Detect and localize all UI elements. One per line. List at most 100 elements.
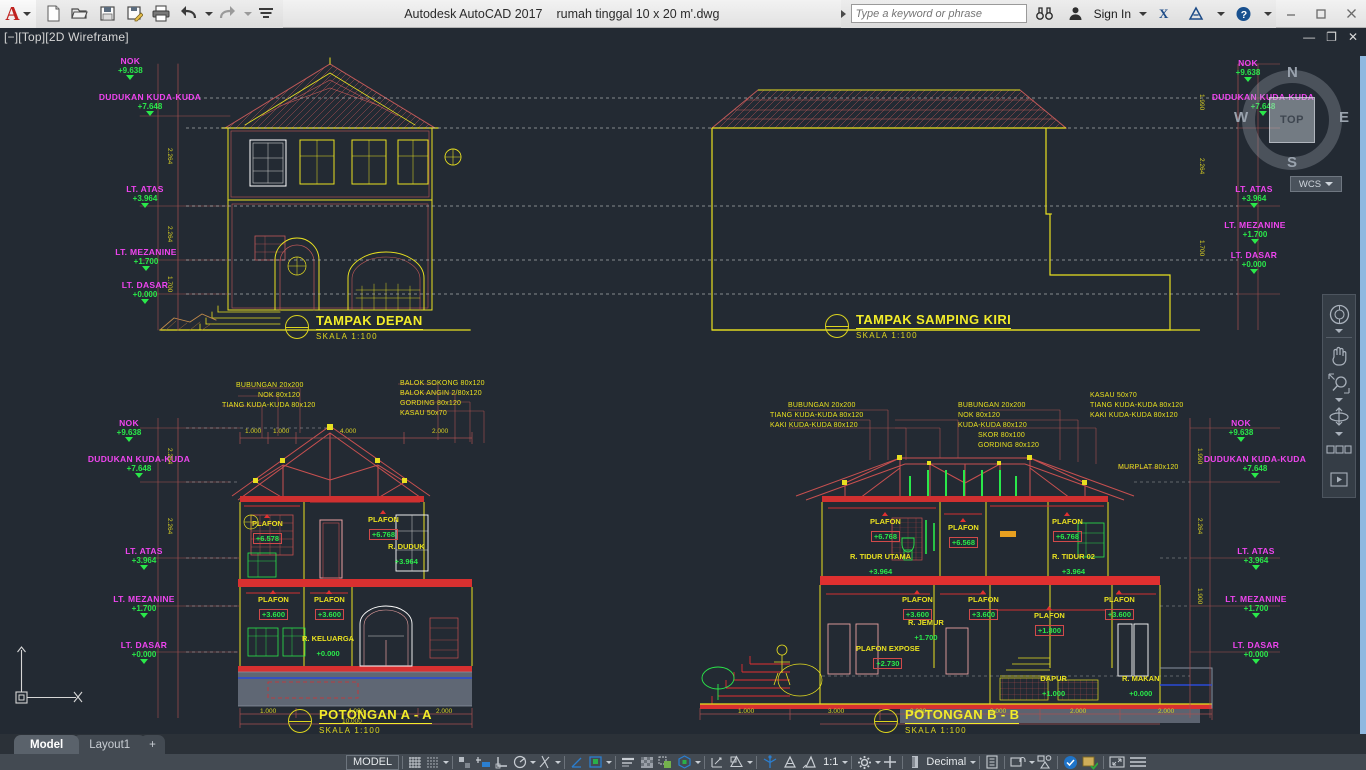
search-input[interactable] bbox=[855, 7, 1022, 20]
tab-layout1[interactable]: Layout1 bbox=[73, 735, 147, 754]
3d-osnap-icon[interactable] bbox=[675, 754, 694, 770]
help-chevron-icon[interactable] bbox=[1264, 11, 1272, 16]
sign-in-label[interactable]: Sign In bbox=[1094, 7, 1131, 21]
steering-wheel-icon[interactable] bbox=[1325, 301, 1353, 327]
minimize-button[interactable] bbox=[1276, 0, 1306, 28]
ortho-icon[interactable] bbox=[493, 754, 511, 770]
dynamic-input-icon[interactable] bbox=[473, 754, 493, 770]
infer-icon[interactable] bbox=[456, 754, 473, 770]
maximize-button[interactable] bbox=[1306, 0, 1336, 28]
undo-dropdown-chevron-icon[interactable] bbox=[205, 11, 213, 16]
viewcube-south-label[interactable]: S bbox=[1287, 154, 1297, 171]
annotation-monitor-icon[interactable] bbox=[881, 754, 899, 770]
quick-properties-icon[interactable] bbox=[983, 754, 1001, 770]
a360-chevron-icon[interactable] bbox=[1217, 11, 1225, 16]
magnifier-zoom-icon[interactable] bbox=[1325, 370, 1353, 396]
isodraft-chevron-icon[interactable] bbox=[555, 760, 562, 764]
snap-dots-icon[interactable] bbox=[424, 754, 442, 770]
application-menu-button[interactable]: A bbox=[0, 0, 36, 28]
dynamic-ucs-icon[interactable] bbox=[708, 754, 727, 770]
a360-icon[interactable] bbox=[1183, 2, 1209, 26]
performance-icon[interactable] bbox=[1061, 754, 1080, 770]
drawing-canvas[interactable]: [−][Top][2D Wireframe] — ❐ ✕ NOK +9.638 … bbox=[0, 28, 1366, 734]
add-layout-button[interactable]: + bbox=[140, 735, 165, 754]
close-button[interactable] bbox=[1336, 0, 1366, 28]
help-question-icon[interactable]: ? bbox=[1230, 2, 1256, 26]
selection-cycling-icon[interactable] bbox=[656, 754, 675, 770]
osnap-tracking-icon[interactable] bbox=[568, 754, 586, 770]
gear-icon[interactable] bbox=[855, 754, 874, 770]
orbit-chevron-icon[interactable] bbox=[1335, 432, 1343, 436]
floppy-save-icon[interactable] bbox=[94, 2, 120, 26]
elevation-triangle-icon bbox=[140, 565, 148, 570]
filter-chevron-icon[interactable] bbox=[747, 760, 754, 764]
clean-screen-icon[interactable] bbox=[1080, 754, 1100, 770]
navigation-bar[interactable] bbox=[1322, 294, 1356, 498]
tab-model[interactable]: Model bbox=[14, 735, 80, 754]
view-title-label: POTONGAN A - A bbox=[319, 707, 432, 724]
view-title-tampak-samping-kiri[interactable]: TAMPAK SAMPING KIRI SKALA 1:100 bbox=[825, 312, 1012, 340]
save-as-icon[interactable] bbox=[121, 2, 147, 26]
chevron-down-icon[interactable] bbox=[22, 11, 31, 16]
lineweight-icon[interactable] bbox=[619, 754, 638, 770]
status-bar: MODEL 1:1 Decimal bbox=[0, 754, 1366, 770]
show-motion-play-icon[interactable] bbox=[1325, 466, 1353, 492]
zoom-chevron-icon[interactable] bbox=[1335, 398, 1343, 402]
padlock-icon[interactable] bbox=[1008, 754, 1028, 770]
dimension-text: 1.700 bbox=[166, 276, 173, 293]
isolate-objects-icon[interactable] bbox=[1035, 754, 1054, 770]
osnap-chevron-icon[interactable] bbox=[606, 760, 613, 764]
search-field[interactable] bbox=[850, 4, 1027, 23]
show-motion-icon[interactable] bbox=[1325, 438, 1353, 464]
infocenter-expand-icon[interactable] bbox=[840, 9, 846, 18]
steering-wheel-chevron-icon[interactable] bbox=[1335, 329, 1343, 333]
viewcube-east-label[interactable]: E bbox=[1339, 109, 1349, 126]
annotation-scale-value[interactable]: 1:1 bbox=[820, 756, 841, 768]
selection-filter-icon[interactable] bbox=[727, 754, 746, 770]
view-cube[interactable]: TOP N S E W bbox=[1234, 64, 1349, 172]
view-title-potongan-b-b[interactable]: POTONGAN B - B SKALA 1:100 bbox=[874, 707, 1020, 734]
view-title-tampak-depan[interactable]: TAMPAK DEPAN SKALA 1:100 bbox=[285, 313, 423, 341]
cad-geometry bbox=[139, 57, 1280, 728]
view-title-potongan-a-a[interactable]: POTONGAN A - A SKALA 1:100 bbox=[288, 707, 432, 734]
grid-icon[interactable] bbox=[406, 754, 424, 770]
orbit-icon[interactable] bbox=[1325, 404, 1353, 430]
redo-dropdown-chevron-icon[interactable] bbox=[244, 11, 252, 16]
redo-arrow-icon[interactable] bbox=[214, 2, 240, 26]
user-account-icon[interactable] bbox=[1063, 2, 1089, 26]
object-snap-icon[interactable] bbox=[586, 754, 605, 770]
polar-icon[interactable] bbox=[511, 754, 529, 770]
viewcube-west-label[interactable]: W bbox=[1234, 109, 1248, 126]
canvas-scrollbar[interactable] bbox=[1360, 56, 1366, 734]
undo-arrow-icon[interactable] bbox=[175, 2, 201, 26]
open-folder-icon[interactable] bbox=[67, 2, 93, 26]
isodraft-icon[interactable] bbox=[536, 754, 554, 770]
fullscreen-icon[interactable] bbox=[1107, 754, 1127, 770]
elevation-triangle-icon bbox=[1250, 203, 1258, 208]
viewcube-north-label[interactable]: N bbox=[1287, 64, 1298, 81]
scale-chevron-icon[interactable] bbox=[842, 760, 849, 764]
sign-in-chevron-icon[interactable] bbox=[1139, 11, 1147, 16]
ucs-selector-button[interactable]: WCS bbox=[1290, 176, 1342, 192]
autodesk-exchange-x-icon[interactable]: X bbox=[1152, 2, 1178, 26]
gizmo-icon[interactable] bbox=[760, 754, 780, 770]
units-value[interactable]: Decimal bbox=[923, 756, 969, 768]
model-space-button[interactable]: MODEL bbox=[346, 754, 400, 770]
ceiling-name: PLAFON bbox=[968, 595, 999, 604]
hamburger-menu-icon[interactable] bbox=[1127, 754, 1149, 770]
elevation-name: LT. DASAR bbox=[120, 640, 168, 650]
annotation-visibility-icon[interactable] bbox=[780, 754, 800, 770]
printer-icon[interactable] bbox=[148, 2, 174, 26]
hand-pan-icon[interactable] bbox=[1325, 342, 1353, 368]
autoscale-icon[interactable] bbox=[800, 754, 820, 770]
new-document-icon[interactable] bbox=[40, 2, 66, 26]
binoculars-icon[interactable] bbox=[1032, 2, 1058, 26]
snap-chevron-icon[interactable] bbox=[443, 760, 450, 764]
viewcube-top-face[interactable]: TOP bbox=[1269, 97, 1315, 143]
customize-bar-icon[interactable] bbox=[253, 2, 279, 26]
units-chevron-icon[interactable] bbox=[970, 760, 977, 764]
room-tag: R. DUDUK +3.964 bbox=[388, 542, 425, 569]
transparency-icon[interactable] bbox=[638, 754, 656, 770]
3d-osnap-chevron-icon[interactable] bbox=[695, 760, 702, 764]
units-icon[interactable] bbox=[906, 754, 923, 770]
